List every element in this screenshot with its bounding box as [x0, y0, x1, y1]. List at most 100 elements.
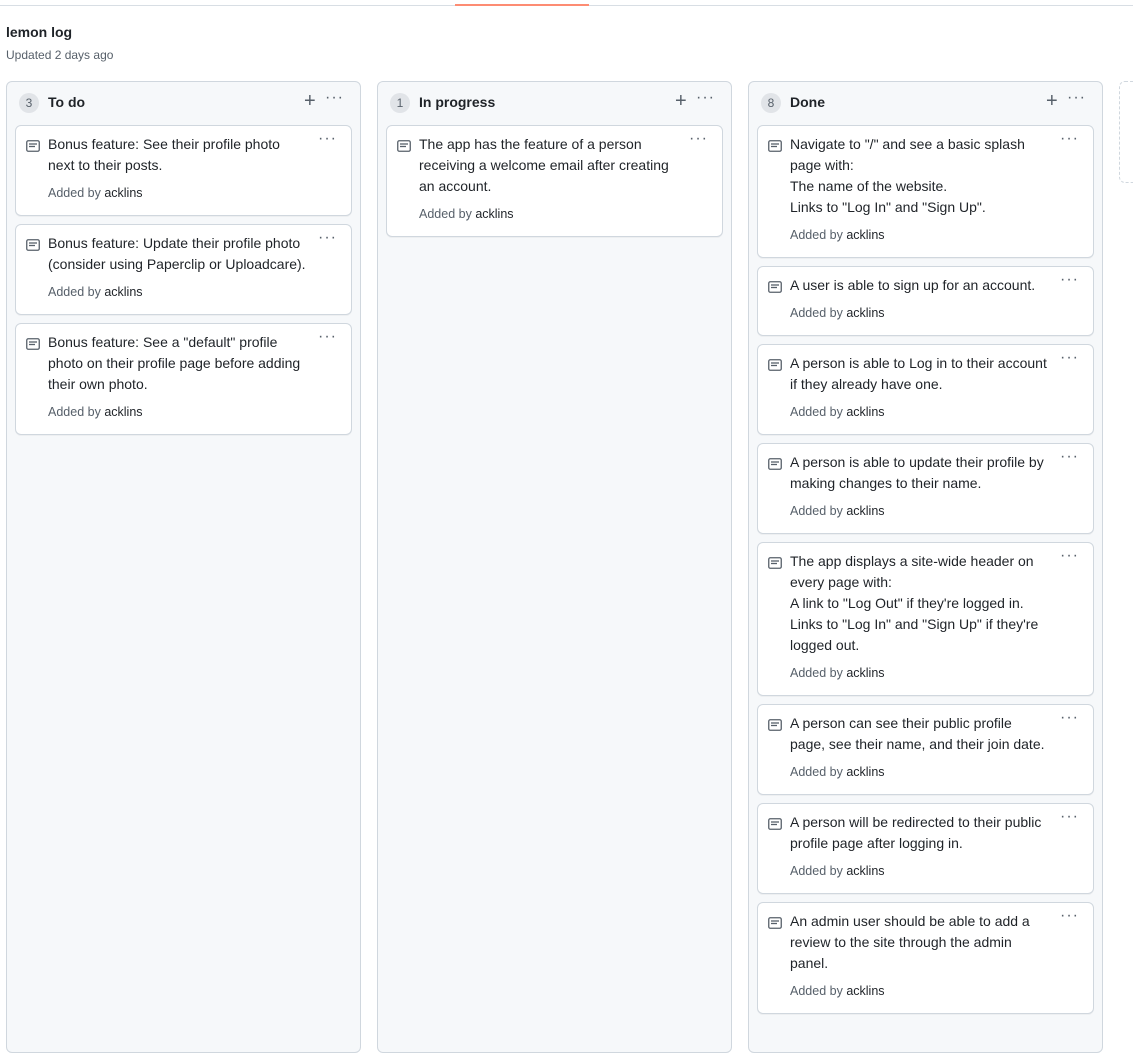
card-note-line: A user is able to sign up for an account… [790, 277, 1036, 293]
add-card-button[interactable]: + [304, 91, 316, 111]
active-tab-indicator [455, 4, 589, 6]
card-menu-button[interactable]: ··· [318, 229, 337, 247]
card-note-text: An admin user should be able to add a rev… [790, 911, 1060, 974]
note-card[interactable]: A person is able to update their profile… [757, 443, 1094, 534]
note-card[interactable]: The app displays a site-wide header on ev… [757, 542, 1094, 696]
card-note-text: Bonus feature: See their profile photo ne… [48, 134, 318, 176]
card-added-by: Added by acklins [48, 285, 143, 299]
card-author-link[interactable]: acklins [846, 228, 884, 242]
card-note-text: A person is able to Log in to their acco… [790, 353, 1060, 395]
card-menu-button[interactable]: ··· [1060, 271, 1079, 289]
add-card-button[interactable]: + [675, 91, 687, 111]
note-card[interactable]: A user is able to sign up for an account… [757, 266, 1094, 336]
card-note-line: if they already have one. [790, 376, 943, 392]
card-note-line: Bonus feature: See a "default" profile [48, 334, 278, 350]
column-menu-button[interactable]: ··· [325, 89, 344, 107]
card-author-link[interactable]: acklins [846, 405, 884, 419]
note-icon [768, 140, 782, 152]
card-note-text: Bonus feature: Update their profile phot… [48, 233, 318, 275]
card-note-text: A user is able to sign up for an account… [790, 275, 1060, 296]
card-author-link[interactable]: acklins [846, 306, 884, 320]
added-by-label: Added by [790, 765, 843, 779]
card-author-link[interactable]: acklins [104, 186, 142, 200]
note-icon [768, 719, 782, 731]
card-note-line: their own photo. [48, 376, 148, 392]
note-card[interactable]: A person is able to Log in to their acco… [757, 344, 1094, 435]
add-column-placeholder[interactable] [1119, 81, 1133, 183]
card-note-line: An admin user should be able to add a [790, 913, 1030, 929]
card-author-link[interactable]: acklins [846, 504, 884, 518]
card-author-link[interactable]: acklins [846, 864, 884, 878]
card-note-text: The app has the feature of a person recei… [419, 134, 689, 197]
board-column: 1 In progress + ··· The app has the feature … [377, 81, 732, 1053]
note-card[interactable]: An admin user should be able to add a rev… [757, 902, 1094, 1014]
note-card[interactable]: The app has the feature of a person recei… [386, 125, 723, 237]
added-by-label: Added by [790, 984, 843, 998]
card-note-line: Bonus feature: Update their profile phot… [48, 235, 301, 251]
card-added-by: Added by acklins [790, 228, 885, 242]
card-added-by: Added by acklins [790, 306, 885, 320]
card-menu-button[interactable]: ··· [1060, 547, 1079, 565]
card-added-by: Added by acklins [48, 405, 143, 419]
note-icon [768, 281, 782, 293]
card-author-link[interactable]: acklins [104, 405, 142, 419]
card-note-line: Bonus feature: See their profile photo [48, 136, 280, 152]
note-card[interactable]: A person can see their public profile pag… [757, 704, 1094, 795]
note-card[interactable]: Bonus feature: Update their profile phot… [15, 224, 352, 315]
card-author-link[interactable]: acklins [846, 984, 884, 998]
note-icon [768, 359, 782, 371]
card-menu-button[interactable]: ··· [318, 328, 337, 346]
column-header: 3 To do + ··· [7, 82, 360, 124]
card-note-line: page, see their name, and their join dat… [790, 736, 1045, 752]
card-menu-button[interactable]: ··· [1060, 448, 1079, 466]
card-note-line: logged out. [790, 637, 860, 653]
added-by-label: Added by [419, 207, 472, 221]
note-icon [26, 338, 40, 350]
note-icon [768, 917, 782, 929]
card-added-by: Added by acklins [790, 765, 885, 779]
added-by-label: Added by [790, 864, 843, 878]
column-title: To do [48, 94, 86, 110]
card-menu-button[interactable]: ··· [1060, 808, 1079, 826]
added-by-label: Added by [790, 306, 843, 320]
card-menu-button[interactable]: ··· [689, 130, 708, 148]
card-note-line: A person can see their public profile [790, 715, 1012, 731]
card-added-by: Added by acklins [790, 864, 885, 878]
added-by-label: Added by [48, 186, 101, 200]
card-author-link[interactable]: acklins [475, 207, 513, 221]
add-card-button[interactable]: + [1046, 91, 1058, 111]
top-nav-bar [0, 0, 1133, 6]
column-header: 1 In progress + ··· [378, 82, 731, 124]
card-menu-button[interactable]: ··· [1060, 709, 1079, 727]
card-note-line: profile page after logging in. [790, 835, 963, 851]
card-menu-button[interactable]: ··· [1060, 349, 1079, 367]
card-note-line: (consider using Paperclip or Uploadcare)… [48, 256, 306, 272]
card-menu-button[interactable]: ··· [318, 130, 337, 148]
column-menu-button[interactable]: ··· [696, 89, 715, 107]
card-added-by: Added by acklins [790, 666, 885, 680]
note-card[interactable]: Navigate to "/" and see a basic splash pa… [757, 125, 1094, 258]
card-author-link[interactable]: acklins [846, 765, 884, 779]
card-author-link[interactable]: acklins [846, 666, 884, 680]
card-note-line: Links to "Log In" and "Sign Up" if they'… [790, 616, 1039, 632]
card-menu-button[interactable]: ··· [1060, 130, 1079, 148]
board-column: 8 Done + ··· Navigate to "/" and see a basic… [748, 81, 1103, 1053]
card-note-line: The name of the website. [790, 178, 948, 194]
card-note-line: page with: [790, 157, 854, 173]
note-card[interactable]: Bonus feature: See their profile photo ne… [15, 125, 352, 216]
note-card[interactable]: A person will be redirected to their pub… [757, 803, 1094, 894]
card-note-line: an account. [419, 178, 492, 194]
note-icon [768, 557, 782, 569]
card-note-text: A person is able to update their profile… [790, 452, 1060, 494]
card-author-link[interactable]: acklins [104, 285, 142, 299]
card-note-line: A person will be redirected to their pub… [790, 814, 1042, 830]
note-icon [397, 140, 411, 152]
note-card[interactable]: Bonus feature: See a "default" profile ph… [15, 323, 352, 435]
card-menu-button[interactable]: ··· [1060, 907, 1079, 925]
card-added-by: Added by acklins [48, 186, 143, 200]
column-count-badge: 1 [390, 93, 410, 113]
card-note-line: review to the site through the admin [790, 934, 1012, 950]
column-menu-button[interactable]: ··· [1067, 89, 1086, 107]
card-note-line: Navigate to "/" and see a basic splash [790, 136, 1025, 152]
added-by-label: Added by [790, 228, 843, 242]
